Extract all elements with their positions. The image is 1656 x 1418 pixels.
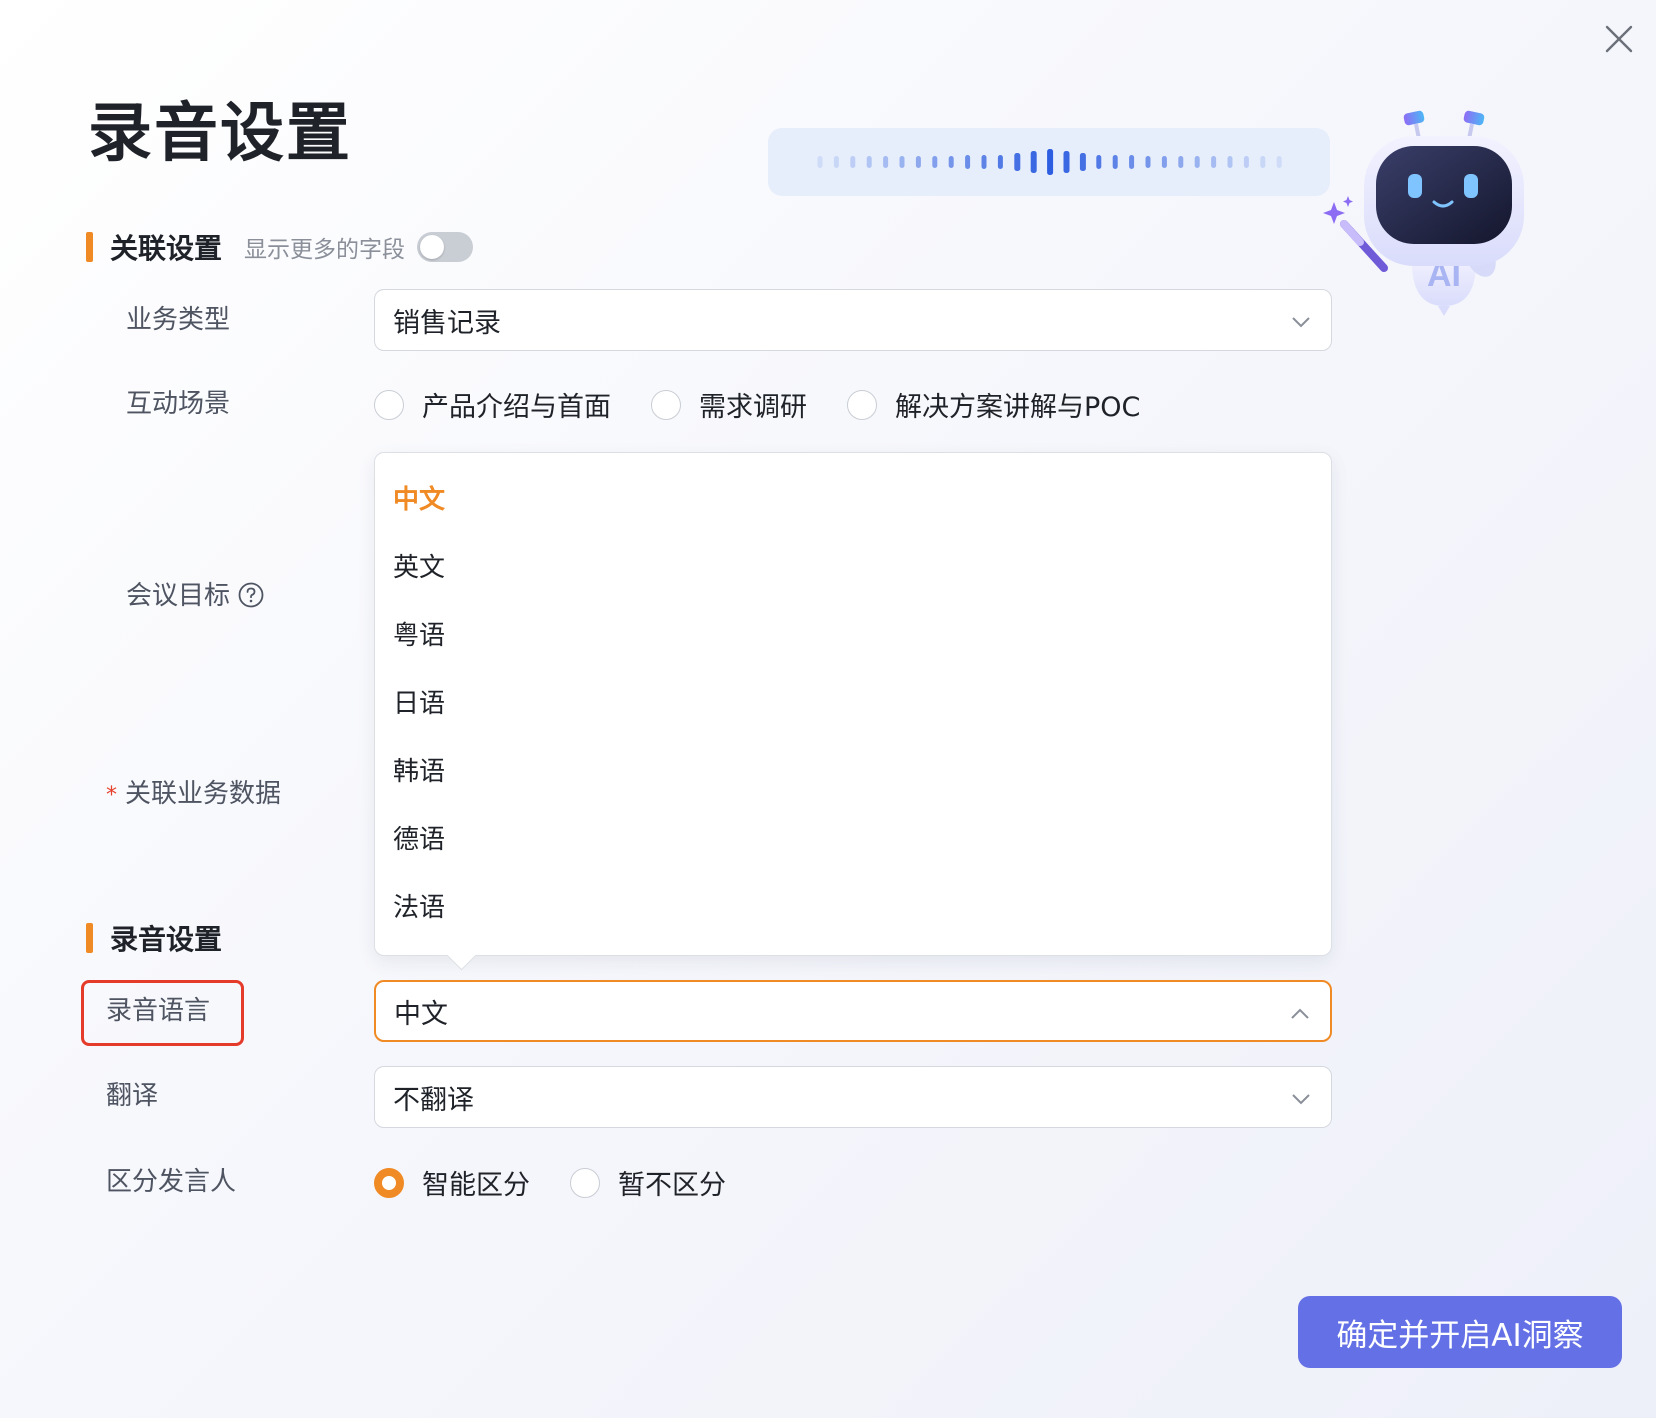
waveform-bar xyxy=(1276,156,1282,168)
waveform-bar xyxy=(899,156,905,168)
audio-waveform xyxy=(768,128,1330,196)
section-accent-bar xyxy=(86,232,93,262)
translate-value: 不翻译 xyxy=(393,1084,474,1116)
recording-language-select[interactable]: 中文 xyxy=(374,980,1332,1042)
waveform-bar xyxy=(1211,156,1217,168)
more-fields-hint: 显示更多的字段 xyxy=(244,237,406,263)
waveform-bar xyxy=(915,156,921,168)
radio-circle xyxy=(651,389,681,420)
meeting-goal-label: 会议目标 xyxy=(126,578,264,614)
waveform-bar xyxy=(883,156,889,168)
speaker-option-label: 暂不区分 xyxy=(618,1170,726,1201)
waveform-bar xyxy=(1112,155,1118,169)
language-option-french[interactable]: 法语 xyxy=(393,888,445,928)
ai-robot-mascot: AI xyxy=(1320,106,1550,326)
more-fields-toggle[interactable] xyxy=(417,232,474,262)
radio-circle xyxy=(847,389,877,420)
waveform-bar xyxy=(1030,151,1037,173)
required-mark: * xyxy=(106,783,117,808)
language-option-korean[interactable]: 韩语 xyxy=(393,752,445,792)
speaker-option-smart[interactable]: 智能区分 xyxy=(374,1163,530,1202)
language-dropdown-menu: 中文 英文 粤语 日语 韩语 德语 法语 xyxy=(374,452,1332,971)
waveform-icon xyxy=(817,149,1282,175)
scene-option-label: 需求调研 xyxy=(699,392,807,423)
dropdown-pointer xyxy=(446,940,477,971)
recording-language-label: 录音语言 xyxy=(106,996,211,1026)
radio-circle xyxy=(374,389,404,420)
waveform-bar xyxy=(981,155,987,169)
waveform-bar xyxy=(1194,156,1200,168)
waveform-bar xyxy=(1260,156,1266,168)
waveform-bar xyxy=(932,156,938,168)
waveform-bar xyxy=(1014,153,1021,171)
waveform-bar xyxy=(1047,149,1054,175)
waveform-bar xyxy=(1129,155,1135,169)
business-data-label: * 关联业务数据 xyxy=(106,776,281,814)
language-option-chinese[interactable]: 中文 xyxy=(393,480,445,520)
scene-option-requirement-research[interactable]: 需求调研 xyxy=(651,385,807,424)
speaker-option-none[interactable]: 暂不区分 xyxy=(570,1163,726,1202)
waveform-bar xyxy=(1243,156,1249,168)
waveform-bar xyxy=(1227,156,1233,168)
waveform-bar xyxy=(1063,151,1070,173)
chevron-down-icon xyxy=(1292,1094,1310,1105)
waveform-bar xyxy=(850,156,856,168)
radio-circle-checked xyxy=(374,1167,404,1198)
language-option-english[interactable]: 英文 xyxy=(393,548,445,588)
meeting-goal-label-text: 会议目标 xyxy=(126,581,231,611)
association-section-header: 关联设置 显示更多的字段 xyxy=(86,229,474,265)
confirm-start-ai-insight-button[interactable]: 确定并开启AI洞察 xyxy=(1298,1296,1622,1368)
toggle-knob xyxy=(420,235,445,259)
speaker-label: 区分发言人 xyxy=(106,1167,237,1197)
close-button[interactable] xyxy=(1602,22,1636,56)
question-circle-icon[interactable] xyxy=(238,582,264,608)
waveform-bar xyxy=(833,156,839,168)
business-type-value: 销售记录 xyxy=(393,307,501,339)
scene-radio-group: 产品介绍与首面 需求调研 解决方案讲解与POC xyxy=(374,385,1180,424)
close-icon xyxy=(1605,25,1633,53)
language-option-japanese[interactable]: 日语 xyxy=(393,684,445,724)
scene-label: 互动场景 xyxy=(126,389,231,419)
waveform-bar xyxy=(817,156,823,168)
section-accent-bar xyxy=(86,923,93,953)
waveform-bar xyxy=(1178,156,1184,168)
scene-option-product-intro[interactable]: 产品介绍与首面 xyxy=(374,385,611,424)
recording-language-value: 中文 xyxy=(394,998,448,1030)
chevron-up-icon xyxy=(1291,1008,1309,1019)
scene-option-solution-poc[interactable]: 解决方案讲解与POC xyxy=(847,385,1140,424)
page-title: 录音设置 xyxy=(88,97,352,171)
translate-select[interactable]: 不翻译 xyxy=(374,1066,1332,1128)
business-type-label: 业务类型 xyxy=(126,305,231,335)
section-title: 录音设置 xyxy=(110,923,223,956)
waveform-bar xyxy=(1096,155,1102,169)
section-title: 关联设置 xyxy=(110,232,223,265)
speaker-option-label: 智能区分 xyxy=(422,1170,530,1201)
scene-option-label: 产品介绍与首面 xyxy=(422,392,611,423)
waveform-bar xyxy=(1145,156,1151,168)
language-option-cantonese[interactable]: 粤语 xyxy=(393,616,445,656)
waveform-bar xyxy=(965,155,971,169)
waveform-bar xyxy=(866,156,872,168)
waveform-bar xyxy=(1079,153,1086,171)
business-data-label-text: 关联业务数据 xyxy=(125,779,282,809)
waveform-bar xyxy=(948,156,954,168)
radio-circle xyxy=(570,1167,600,1198)
recording-section-header: 录音设置 xyxy=(86,920,222,956)
speaker-radio-group: 智能区分 暂不区分 xyxy=(374,1163,766,1202)
language-option-german[interactable]: 德语 xyxy=(393,820,445,860)
scene-option-label: 解决方案讲解与POC xyxy=(895,392,1141,423)
waveform-bar xyxy=(997,155,1003,169)
chevron-down-icon xyxy=(1292,317,1310,328)
translate-label: 翻译 xyxy=(106,1081,159,1111)
business-type-select[interactable]: 销售记录 xyxy=(374,289,1332,351)
waveform-bar xyxy=(1161,156,1167,168)
